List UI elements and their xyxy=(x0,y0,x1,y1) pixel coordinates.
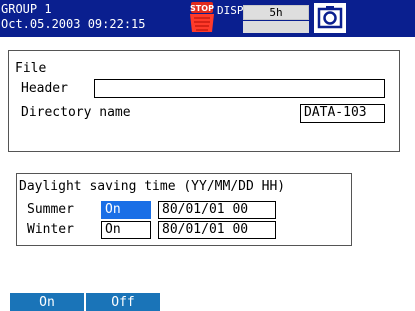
softkey-on[interactable]: On xyxy=(10,293,84,311)
status-header: GROUP 1 Oct.05.2003 09:22:15 STOP DISP 5… xyxy=(0,0,415,37)
division-bar xyxy=(243,21,309,33)
summer-datetime-field[interactable]: 80/01/01 00 xyxy=(158,201,276,219)
snapshot-button[interactable] xyxy=(314,3,346,33)
summer-on-off-field[interactable]: On xyxy=(101,201,151,219)
daylight-saving-panel: Daylight saving time (YY/MM/DD HH) Summe… xyxy=(16,173,352,246)
softkey-off[interactable]: Off xyxy=(86,293,160,311)
winter-on-off-field[interactable]: On xyxy=(101,221,151,239)
disp-label: DISP xyxy=(217,4,244,17)
daylight-saving-title: Daylight saving time (YY/MM/DD HH) xyxy=(19,179,286,194)
display-division-box: 5h xyxy=(243,5,309,20)
header-input[interactable] xyxy=(94,79,385,98)
softkey-bar: On Off xyxy=(0,293,415,311)
file-title: File xyxy=(15,61,47,76)
camera-icon xyxy=(317,6,343,29)
svg-text:STOP: STOP xyxy=(190,4,214,13)
date-time: Oct.05.2003 09:22:15 xyxy=(1,17,146,31)
winter-label: Winter xyxy=(27,222,74,237)
directory-name-label: Directory name xyxy=(21,105,131,120)
winter-datetime-field[interactable]: 80/01/01 00 xyxy=(158,221,276,239)
file-panel: File Header Directory name DATA-103 xyxy=(8,50,400,152)
group-name: GROUP 1 xyxy=(1,2,52,16)
directory-name-field[interactable]: DATA-103 xyxy=(300,104,385,123)
header-label: Header xyxy=(21,81,68,96)
summer-label: Summer xyxy=(27,202,74,217)
stop-badge-icon: STOP xyxy=(190,2,214,32)
